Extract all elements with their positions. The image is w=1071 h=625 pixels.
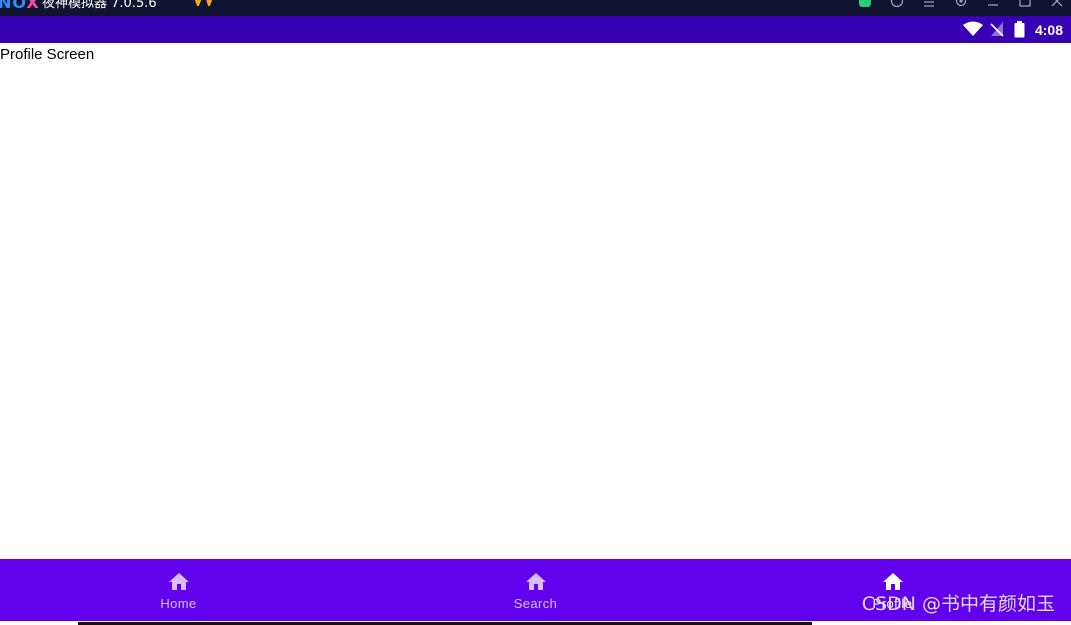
emulator-bottom-strip xyxy=(0,621,1071,625)
nox-logo: NOX xyxy=(0,0,40,12)
close-icon[interactable] xyxy=(1050,0,1064,8)
emulator-title: 夜神模拟器 7.0.5.6 xyxy=(42,0,157,11)
settings-icon[interactable] xyxy=(954,0,968,8)
screen-title: Profile Screen xyxy=(0,46,95,63)
minimize-icon[interactable] xyxy=(986,0,1000,8)
maximize-icon[interactable] xyxy=(1018,0,1032,8)
home-icon xyxy=(525,573,546,590)
status-clock: 4:08 xyxy=(1034,22,1063,38)
promo-badge-icon[interactable] xyxy=(193,0,215,6)
home-icon xyxy=(882,573,903,590)
nav-item-home[interactable]: Home xyxy=(0,559,357,621)
emulator-titlebar: NOX 夜神模拟器 7.0.5.6 xyxy=(0,0,1071,16)
watermark: CSDN @书中有颜如玉 xyxy=(861,593,1055,615)
nav-label-search: Search xyxy=(513,596,558,611)
feedback-icon[interactable] xyxy=(890,0,904,8)
home-icon xyxy=(168,573,189,590)
battery-icon xyxy=(1014,21,1025,38)
app-store-icon[interactable] xyxy=(858,0,872,8)
nav-item-search[interactable]: Search xyxy=(357,559,714,621)
nav-label-home: Home xyxy=(160,596,197,611)
no-signal-icon xyxy=(990,22,1004,37)
menu-icon[interactable] xyxy=(922,0,936,8)
emulator-window: NOX 夜神模拟器 7.0.5.6 4:08 Profile Screen Ho… xyxy=(0,0,1071,625)
wifi-icon xyxy=(963,21,983,36)
status-bar: 4:08 xyxy=(0,16,1071,43)
